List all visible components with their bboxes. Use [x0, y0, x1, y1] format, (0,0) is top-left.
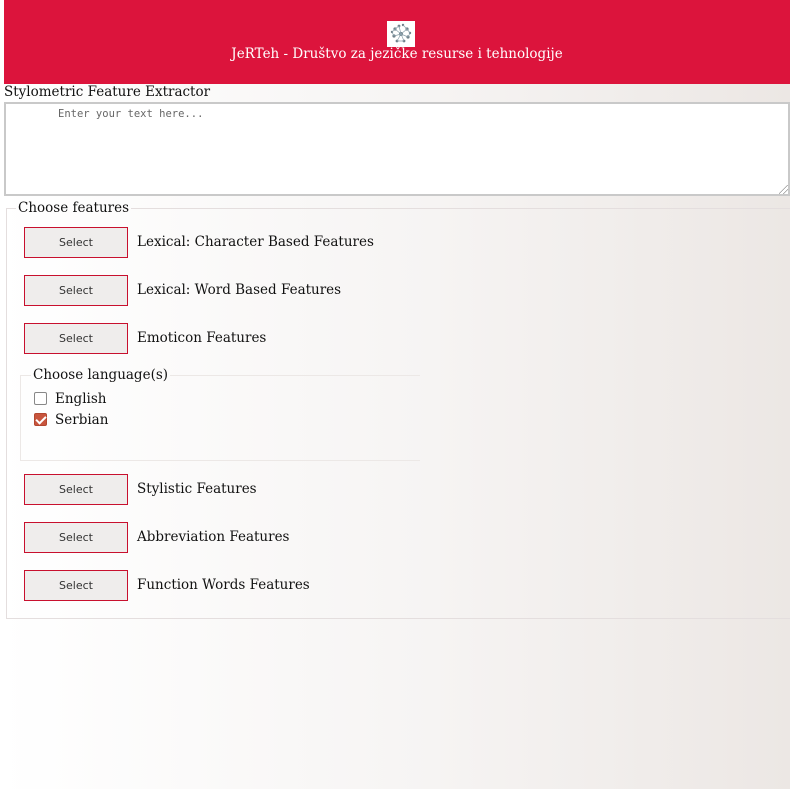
- feature-label: Emoticon Features: [137, 330, 267, 346]
- select-function-words-button[interactable]: Select: [24, 570, 128, 601]
- features-legend: Choose features: [18, 200, 130, 216]
- feature-label: Function Words Features: [137, 577, 310, 593]
- text-input[interactable]: [4, 102, 790, 196]
- network-graph-logo: [387, 21, 415, 47]
- feature-label: Lexical: Word Based Features: [137, 282, 342, 298]
- site-header: JeRTeh - Društvo za jezičke resurse i te…: [4, 0, 790, 84]
- checkbox-label: English: [55, 391, 107, 407]
- language-legend: Choose language(s): [33, 367, 169, 383]
- select-lexical-character-button[interactable]: Select: [24, 227, 128, 258]
- checkbox-label: Serbian: [55, 412, 109, 428]
- select-abbreviation-button[interactable]: Select: [24, 522, 128, 553]
- site-title: JeRTeh - Društvo za jezičke resurse i te…: [231, 46, 563, 62]
- english-checkbox[interactable]: [34, 392, 47, 405]
- select-stylistic-button[interactable]: Select: [24, 474, 128, 505]
- feature-label: Stylistic Features: [137, 481, 257, 497]
- select-emoticon-button[interactable]: Select: [24, 323, 128, 354]
- feature-label: Abbreviation Features: [137, 529, 290, 545]
- feature-label: Lexical: Character Based Features: [137, 234, 374, 250]
- serbian-checkbox[interactable]: [34, 413, 47, 426]
- page-title: Stylometric Feature Extractor: [4, 84, 211, 100]
- resize-handle-icon[interactable]: [779, 185, 788, 194]
- select-lexical-word-button[interactable]: Select: [24, 275, 128, 306]
